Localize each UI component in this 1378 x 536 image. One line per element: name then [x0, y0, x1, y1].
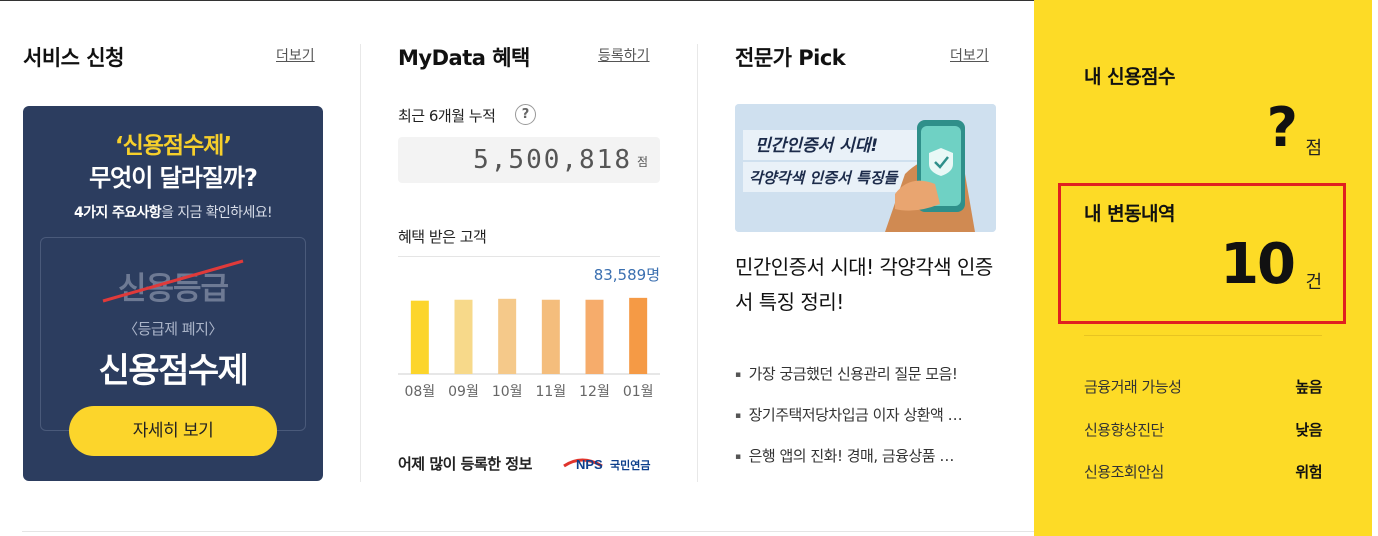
popular-info-label: 어제 많이 등록한 정보 [398, 455, 532, 473]
image-text-line1: 민간인증서 시대! [755, 136, 878, 156]
panel-edge [1372, 0, 1378, 536]
banner-subtitle-rest: 을 지금 확인하세요! [161, 205, 273, 221]
certificate-illustration: 민간인증서 시대! 각양각색 인증서 특징들 [735, 104, 996, 232]
cumulative-box: 5,500,818 점 [398, 137, 660, 183]
expert-pick-image[interactable]: 민간인증서 시대! 각양각색 인증서 특징들 [735, 104, 996, 232]
column-divider [697, 44, 698, 482]
chart-bar [410, 300, 429, 374]
expert-article-list: 가장 궁금했던 신용관리 질문 모음! 장기주택저당차입금 이자 상환액 … 은… [735, 362, 1000, 485]
nps-logo-text: 국민연금 [610, 458, 650, 472]
banner-paren-text: 〈등급제 폐지〉 [123, 320, 223, 338]
panel-divider [1084, 335, 1322, 336]
credit-row[interactable]: 신용조회안심 위험 [1084, 461, 1322, 485]
cumulative-value: 5,500,818 [473, 145, 632, 175]
chart-bar [585, 299, 604, 374]
nps-logo: NPS 국민연금 [563, 457, 650, 472]
customers-divider [398, 256, 660, 257]
chart-bar [454, 299, 473, 374]
credit-score-unit: 점 [1305, 138, 1322, 159]
column-divider [360, 44, 361, 482]
top-border [0, 0, 1034, 1]
chart-tick-label: 08월 [404, 384, 435, 400]
image-text-line2: 각양각색 인증서 특징들 [749, 169, 900, 187]
cumulative-unit: 점 [636, 155, 648, 169]
banner-quote: ‘신용점수제’ [114, 133, 232, 159]
banner-question: 무엇이 달라질까? [89, 164, 258, 192]
credit-score-value[interactable]: ? [1267, 96, 1298, 159]
credit-row-value: 위험 [1295, 463, 1322, 481]
customers-bar-chart: 08월 09월 10월 11월 12월 01월 [398, 297, 660, 400]
expert-headline[interactable]: 민간인증서 시대! 각양각색 인증서 특징 정리! [735, 250, 996, 320]
chart-tick-label: 09월 [448, 384, 479, 400]
changes-unit: 건 [1305, 272, 1322, 293]
strike-through-line [102, 259, 244, 303]
changes-count[interactable]: 10 [1220, 232, 1296, 297]
credit-row-value: 높음 [1295, 378, 1322, 396]
credit-row[interactable]: 금융거래 가능성 높음 [1084, 376, 1322, 400]
expert-title: 전문가 Pick [735, 46, 846, 70]
cumulative-label: 최근 6개월 누적 [398, 107, 496, 125]
nps-logo-mark: NPS [576, 457, 603, 472]
credit-row-value: 낮음 [1295, 421, 1322, 439]
chart-bar [498, 298, 517, 374]
chart-tick-label: 12월 [579, 384, 610, 400]
chart-bar [629, 297, 648, 374]
credit-score-banner[interactable]: ‘신용점수제’ 무엇이 달라질까? 4가지 주요사항을 지금 확인하세요! 신용… [23, 106, 323, 481]
customers-label: 혜택 받은 고객 [398, 228, 487, 246]
list-item[interactable]: 가장 궁금했던 신용관리 질문 모음! [735, 362, 1000, 403]
banner-new-term: 신용점수제 [98, 351, 249, 391]
service-more-link[interactable]: 더보기 [276, 45, 315, 65]
expert-more-link[interactable]: 더보기 [950, 45, 989, 65]
chart-tick-label: 01월 [623, 384, 654, 400]
mydata-register-link[interactable]: 등록하기 [598, 45, 650, 65]
bottom-divider [22, 531, 1034, 532]
changes-title: 내 변동내역 [1084, 203, 1176, 225]
question-icon[interactable]: ? [515, 104, 536, 125]
credit-row-label: 신용향상진단 [1084, 421, 1164, 439]
credit-panel: 내 신용점수 ? 점 내 변동내역 10 건 금융거래 가능성 높음 신용향상진… [1034, 0, 1372, 536]
chart-bar [541, 299, 560, 374]
banner-subtitle-bold: 4가지 주요사항 [73, 205, 162, 221]
list-item[interactable]: 장기주택저당차입금 이자 상환액 … [735, 403, 1000, 444]
chart-tick-label: 11월 [535, 384, 566, 400]
banner-subtitle: 4가지 주요사항을 지금 확인하세요! [23, 202, 323, 222]
list-item[interactable]: 은행 앱의 진화! 경매, 금융상품 … [735, 444, 1000, 485]
detail-button[interactable]: 자세히 보기 [69, 406, 277, 456]
chart-tick-label: 10월 [492, 384, 523, 400]
credit-row-label: 금융거래 가능성 [1084, 378, 1182, 396]
mydata-title: MyData 혜택 [398, 46, 530, 70]
credit-score-title: 내 신용점수 [1084, 66, 1176, 88]
credit-row[interactable]: 신용향상진단 낮음 [1084, 419, 1322, 443]
service-title: 서비스 신청 [23, 46, 124, 70]
credit-row-label: 신용조회안심 [1084, 463, 1164, 481]
